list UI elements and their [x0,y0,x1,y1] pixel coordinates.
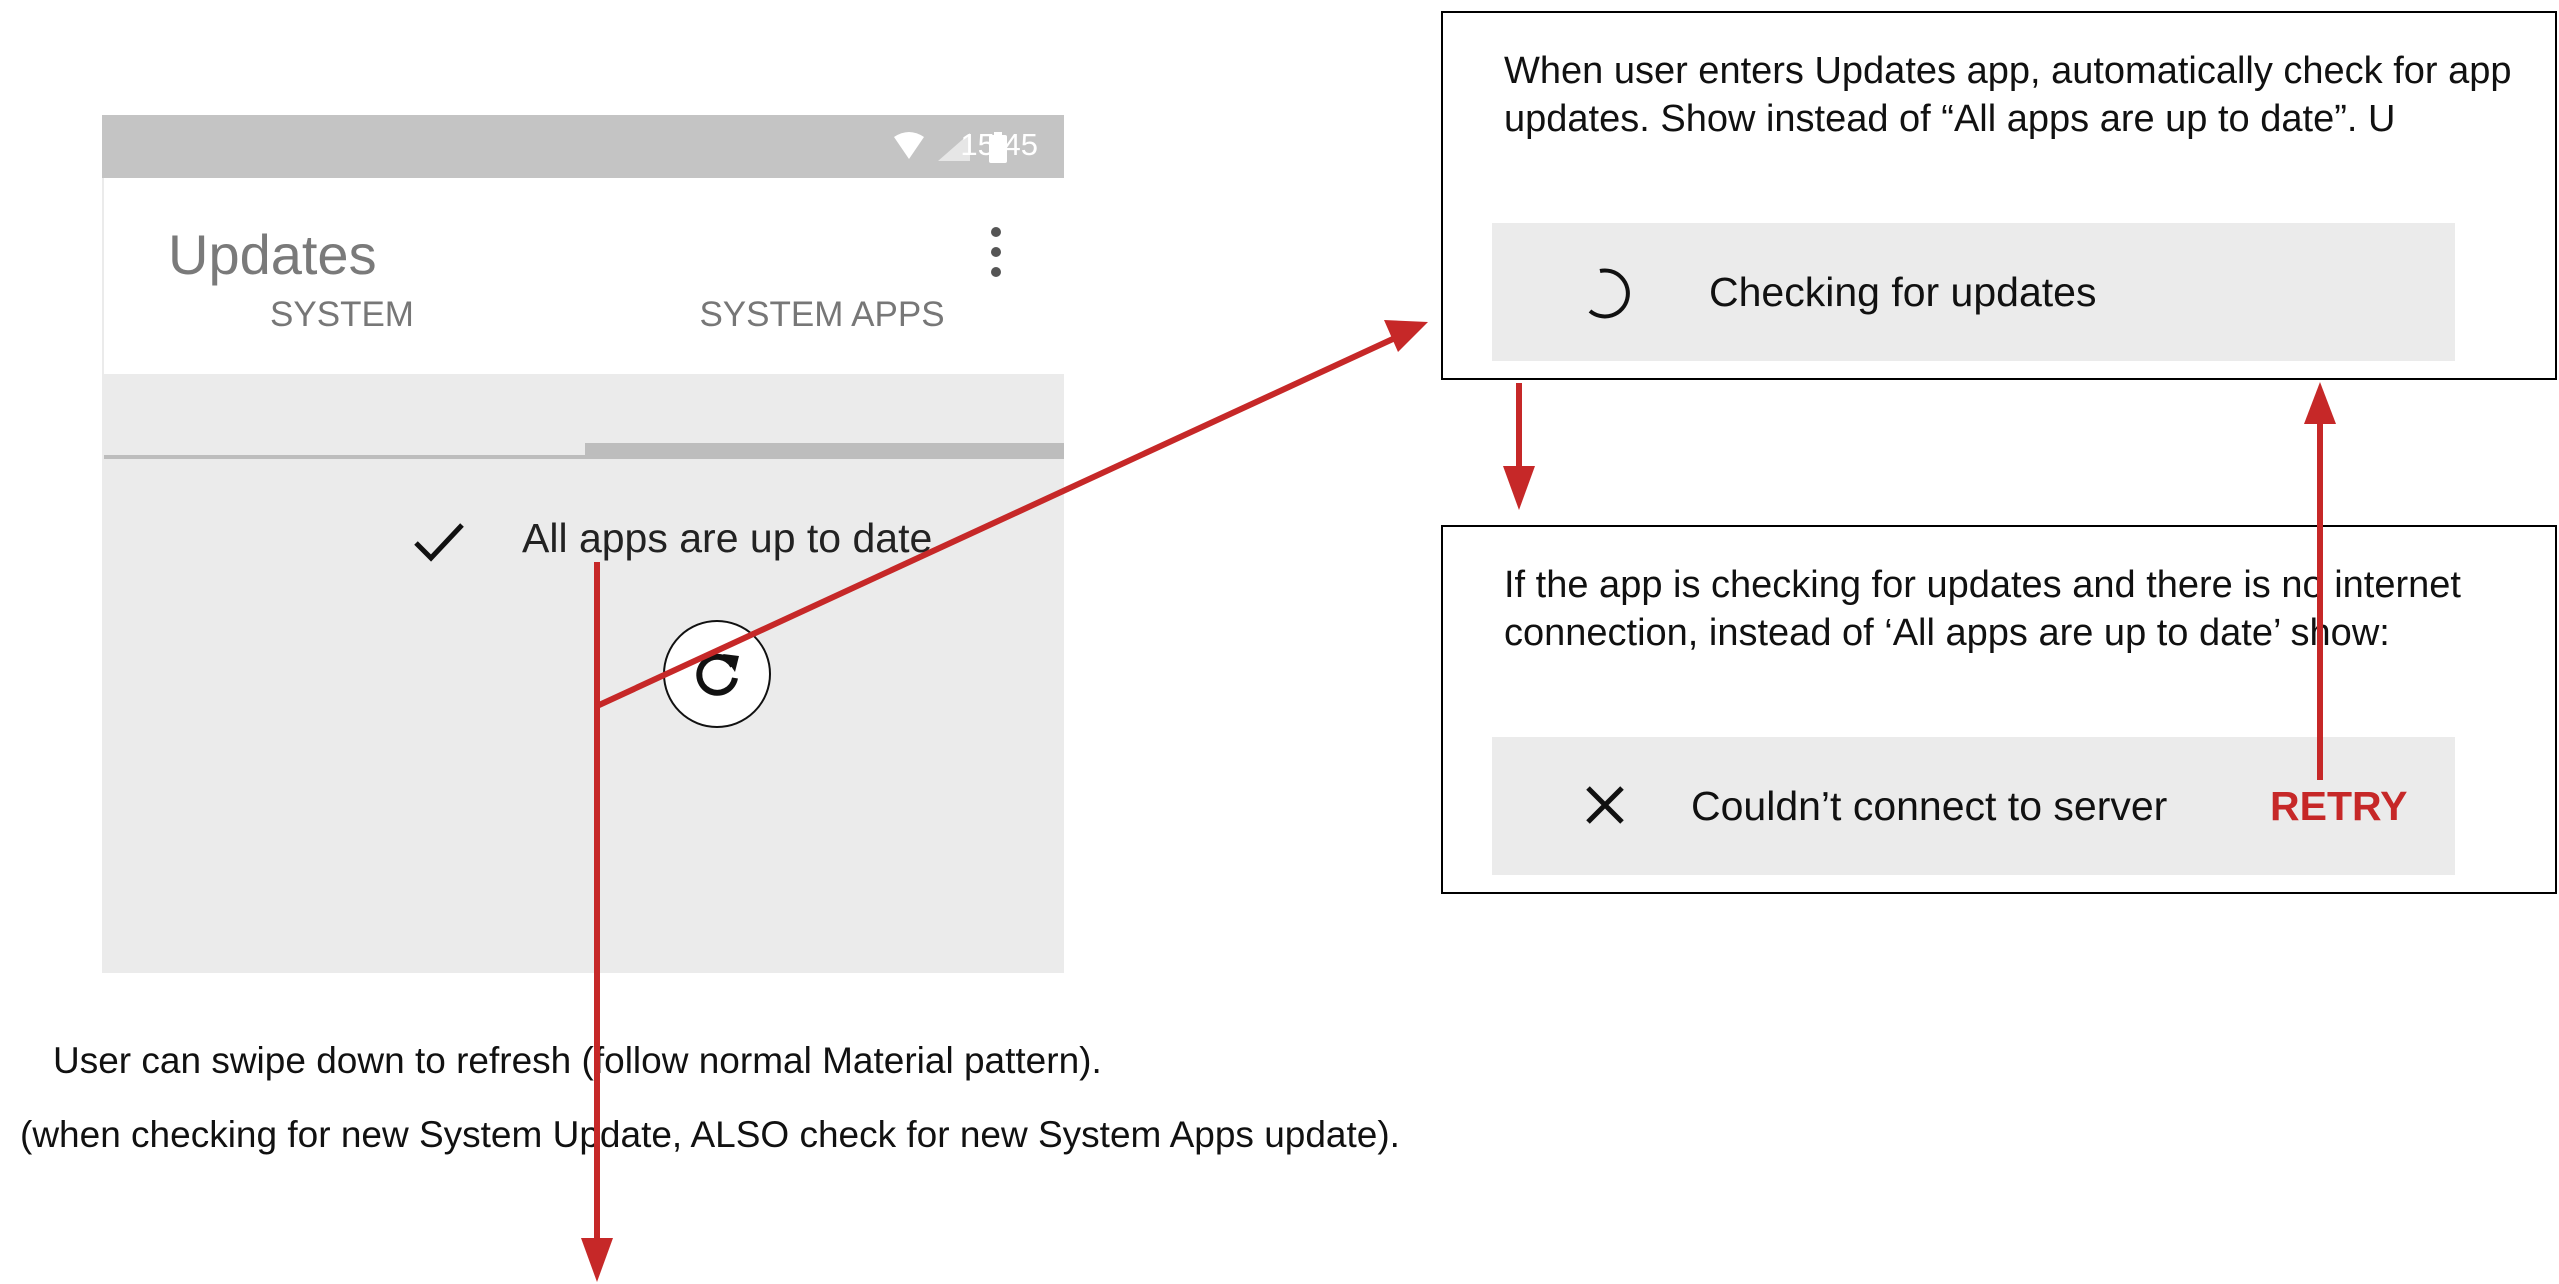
arrow-checking-to-error [1503,383,1535,510]
arrow-refresh-down [581,562,613,1282]
arrow-to-checking [595,320,1428,709]
arrow-retry-to-checking [2304,382,2336,780]
flow-arrows [581,320,2336,1282]
